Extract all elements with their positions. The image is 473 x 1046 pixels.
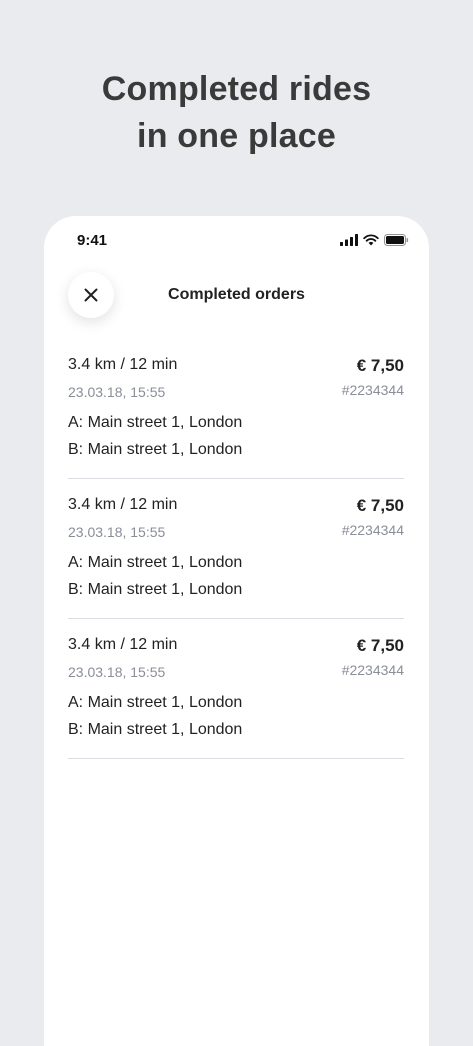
promo-headline: Completed rides in one place — [0, 66, 473, 160]
order-item[interactable]: 3.4 km / 12 min € 7,50 23.03.18, 15:55 #… — [68, 480, 404, 619]
order-id: #2234344 — [341, 662, 404, 678]
order-item[interactable]: 3.4 km / 12 min € 7,50 23.03.18, 15:55 #… — [68, 620, 404, 759]
phone-screen: 9:41 Completed orders 3.4 km / 12 min € … — [44, 216, 429, 1046]
order-price: € 7,50 — [356, 636, 404, 655]
status-time: 9:41 — [77, 232, 108, 249]
order-price: € 7,50 — [356, 496, 404, 515]
order-dropoff-address: B: Main street 1, London — [68, 441, 243, 458]
promo-headline-line2: in one place — [137, 117, 336, 155]
order-date: 23.03.18, 15:55 — [68, 664, 166, 680]
battery-icon — [384, 234, 409, 246]
order-distance-time: 3.4 km / 12 min — [68, 356, 178, 373]
order-distance-time: 3.4 km / 12 min — [68, 636, 178, 653]
order-pickup-address: A: Main street 1, London — [68, 694, 243, 711]
order-dropoff-address: B: Main street 1, London — [68, 581, 243, 598]
status-bar: 9:41 — [44, 216, 429, 264]
promo-headline-line1: Completed rides — [101, 70, 372, 108]
order-id: #2234344 — [341, 382, 404, 398]
screen-title: Completed orders — [168, 286, 305, 303]
order-pickup-address: A: Main street 1, London — [68, 554, 243, 571]
order-item[interactable]: 3.4 km / 12 min € 7,50 23.03.18, 15:55 #… — [68, 340, 404, 479]
order-distance-time: 3.4 km / 12 min — [68, 496, 178, 513]
order-id: #2234344 — [341, 522, 404, 538]
orders-list: 3.4 km / 12 min € 7,50 23.03.18, 15:55 #… — [68, 340, 404, 759]
order-price: € 7,50 — [356, 356, 404, 375]
order-date: 23.03.18, 15:55 — [68, 384, 166, 400]
signal-icon — [340, 234, 358, 246]
order-dropoff-address: B: Main street 1, London — [68, 721, 243, 738]
order-date: 23.03.18, 15:55 — [68, 524, 166, 540]
order-pickup-address: A: Main street 1, London — [68, 414, 243, 431]
wifi-icon — [363, 234, 379, 246]
status-icons — [340, 233, 409, 247]
